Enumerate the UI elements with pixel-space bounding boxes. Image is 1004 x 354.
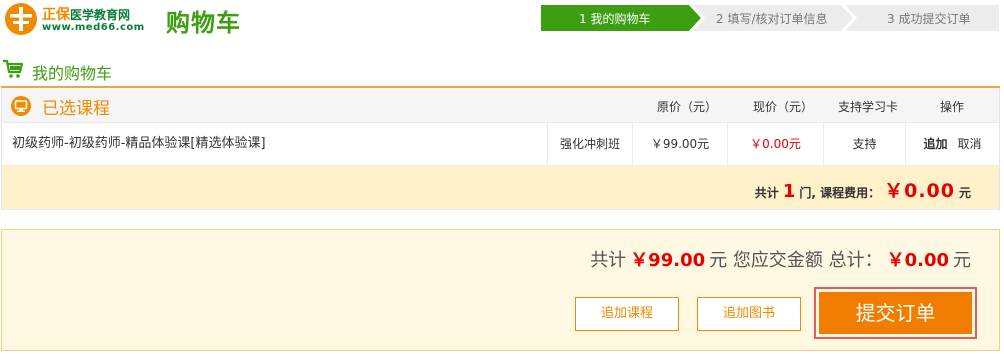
header-current-price: 现价（元） bbox=[753, 100, 814, 114]
study-card-cell: 支持 bbox=[823, 123, 905, 165]
add-course-button[interactable]: 追加课程 bbox=[575, 297, 679, 331]
my-cart-title: 我的购物车 bbox=[32, 64, 113, 83]
actions-cell: 追加 取消 bbox=[905, 123, 999, 165]
brand-short-name: 正保 bbox=[42, 7, 70, 23]
course-fee-summary: 共计 1 门, 课程费用： ￥0.00 元 bbox=[755, 176, 971, 203]
class-type: 强化冲刺班 bbox=[547, 123, 632, 165]
checkout-steps: 1 我的购物车 2 填写/核对订单信息 3 成功提交订单 bbox=[541, 5, 999, 31]
site-logo[interactable]: 正保医学教育网 www.med66.com bbox=[4, 2, 154, 38]
original-total: ￥99.00 bbox=[630, 250, 706, 271]
cancel-course-link[interactable]: 取消 bbox=[958, 137, 982, 151]
add-course-link[interactable]: 追加 bbox=[923, 137, 947, 151]
original-price-cell: ￥99.00元 bbox=[632, 123, 727, 165]
course-fee: ￥0.00 bbox=[884, 180, 955, 202]
header-original-price: 原价（元） bbox=[657, 100, 718, 114]
submit-highlight: 提交订单 bbox=[814, 287, 977, 339]
logo-text: 正保医学教育网 bbox=[42, 4, 130, 24]
my-cart-heading: 我的购物车 bbox=[2, 58, 302, 83]
brand-site-name: 医学教育网 bbox=[70, 8, 131, 22]
logo-emblem-icon bbox=[5, 3, 37, 35]
footer-unit: 元 bbox=[958, 186, 971, 200]
total-unit: 元 bbox=[953, 250, 971, 271]
header-study-card: 支持学习卡 bbox=[838, 100, 899, 114]
total-prefix: 共计 bbox=[590, 250, 627, 271]
header-actions: 操作 bbox=[940, 100, 965, 114]
table-header: 已选课程 原价（元） 现价（元） 支持学习卡 操作 bbox=[2, 88, 999, 123]
selected-courses-title: 已选课程 bbox=[42, 99, 110, 119]
add-book-button[interactable]: 追加图书 bbox=[697, 297, 801, 331]
table-footer: 共计 1 门, 课程费用： ￥0.00 元 bbox=[2, 166, 999, 210]
total-line: 共计 ￥99.00 元 您应交金额 总计： ￥0.00 元 bbox=[590, 246, 971, 272]
footer-mid: 门, 课程费用： bbox=[799, 186, 881, 200]
table-row: 初级药师-初级药师-精品体验课[精选体验课] 强化冲刺班 ￥99.00元 ￥0.… bbox=[2, 123, 999, 166]
page-title: 购物车 bbox=[166, 9, 241, 37]
brand-url: www.med66.com bbox=[42, 22, 145, 33]
order-summary: 共计 ￥99.00 元 您应交金额 总计： ￥0.00 元 追加课程 追加图书 提交订单 bbox=[1, 229, 1000, 351]
footer-prefix: 共计 bbox=[754, 186, 779, 200]
step-2-fill-order: 2 填写/核对订单信息 bbox=[716, 12, 828, 26]
step-3-submit-success: 3 成功提交订单 bbox=[887, 12, 971, 26]
total-mid: 元 您应交金额 总计： bbox=[709, 250, 883, 271]
course-count: 1 bbox=[782, 181, 796, 202]
current-price-cell: ￥0.00元 bbox=[727, 123, 823, 165]
course-name: 初级药师-初级药师-精品体验课[精选体验课] bbox=[12, 136, 266, 151]
cart-icon bbox=[3, 59, 24, 78]
course-table: 已选课程 原价（元） 现价（元） 支持学习卡 操作 初级药师-初级药师-精品体验… bbox=[1, 88, 1000, 210]
monitor-icon bbox=[11, 96, 31, 116]
step-1-my-cart: 1 我的购物车 bbox=[579, 12, 651, 26]
submit-order-button[interactable]: 提交订单 bbox=[819, 292, 972, 334]
pay-total: ￥0.00 bbox=[886, 250, 949, 271]
